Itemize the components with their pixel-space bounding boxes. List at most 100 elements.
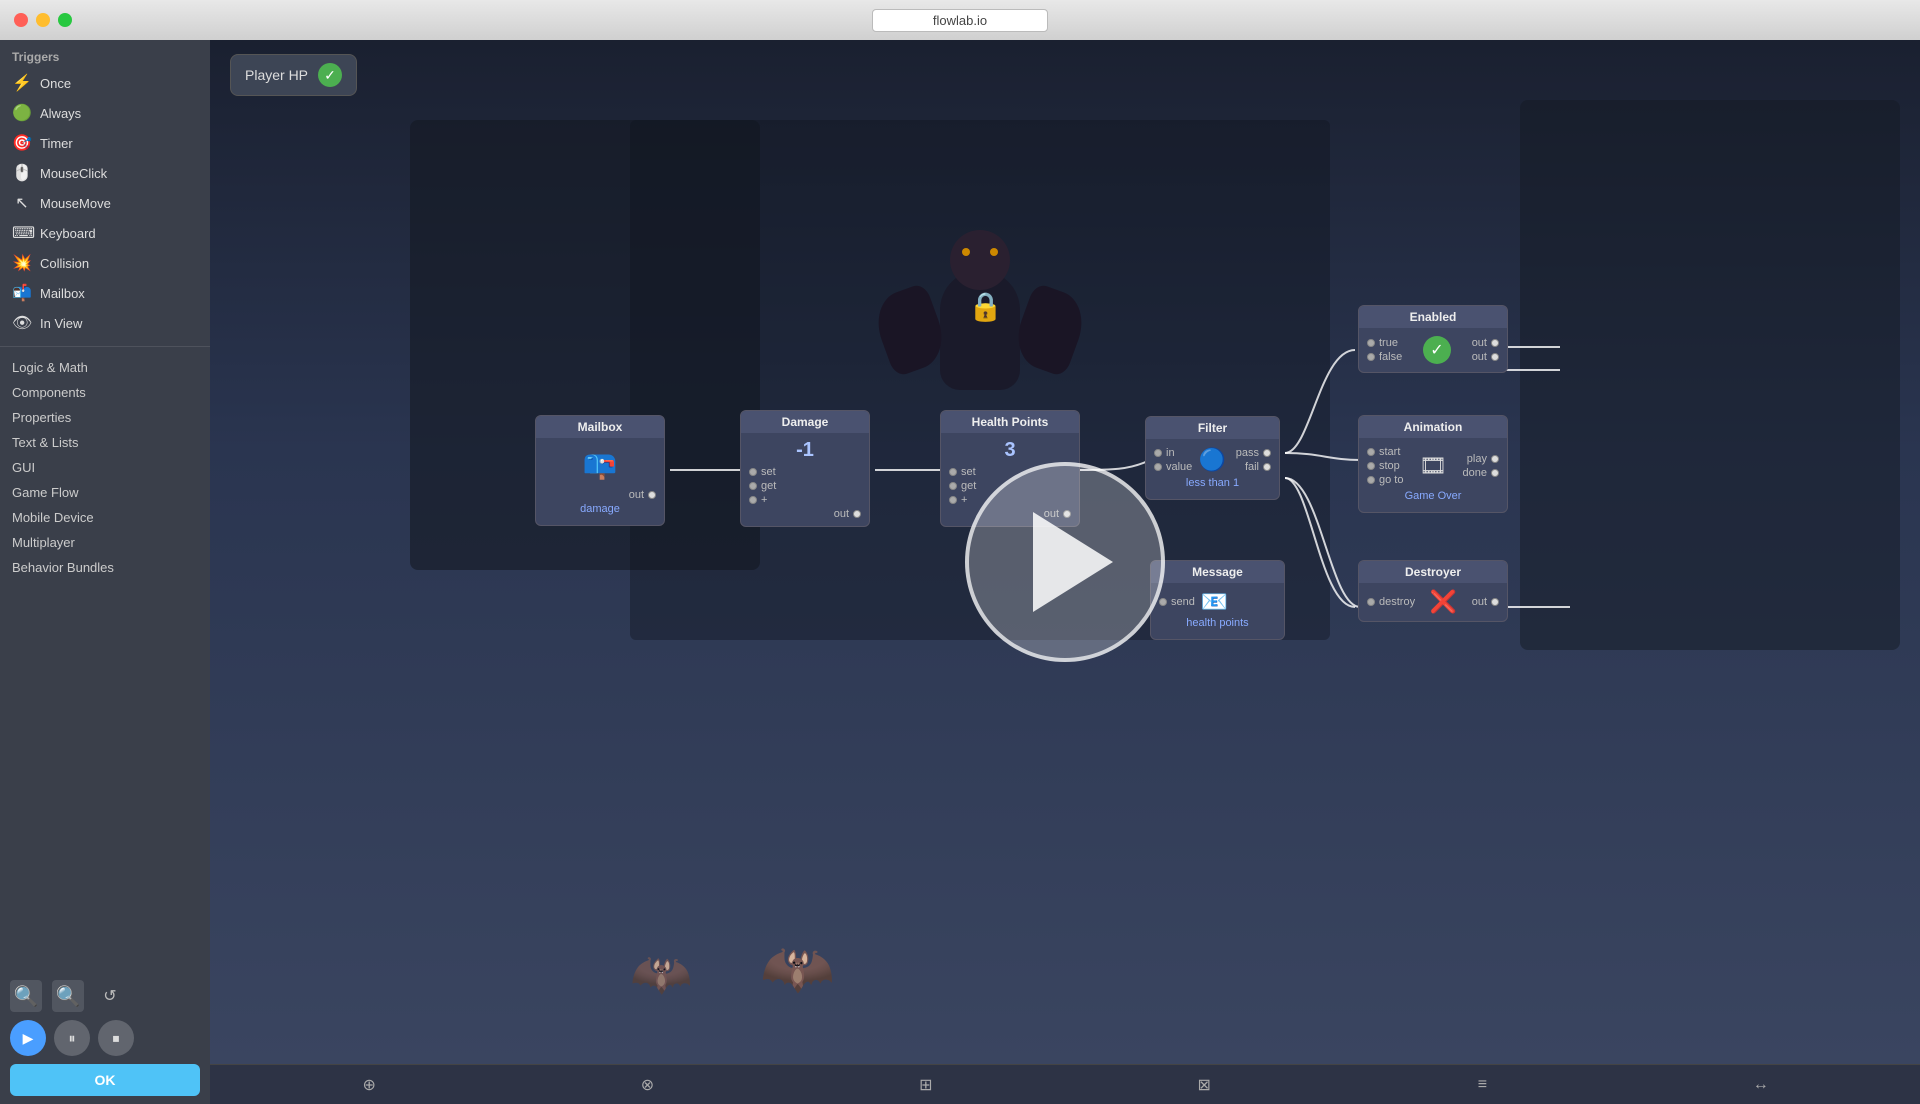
sidebar: Triggers ⚡ Once 🟢 Always 🎯 Timer 🖱️ Mous… <box>0 40 210 1104</box>
zoom-out-button[interactable]: 🔍 <box>52 980 84 1012</box>
message-send-label: send <box>1171 596 1195 608</box>
sidebar-item-multiplayer[interactable]: Multiplayer <box>0 530 210 555</box>
sidebar-item-always[interactable]: 🟢 Always <box>0 98 210 128</box>
sidebar-item-gui[interactable]: GUI <box>0 455 210 480</box>
sidebar-item-text-lists[interactable]: Text & Lists <box>0 430 210 455</box>
sidebar-item-game-flow[interactable]: Game Flow <box>0 480 210 505</box>
animation-node[interactable]: Animation start stop <box>1358 415 1508 513</box>
sidebar-label-mouseclick: MouseClick <box>40 166 107 181</box>
anim-play-label: play <box>1467 453 1487 465</box>
reset-zoom-button[interactable]: ↺ <box>94 980 126 1012</box>
enabled-out2-dot <box>1491 353 1499 361</box>
damage-plus-label: + <box>761 494 767 506</box>
toolbar-btn-6[interactable]: ↔ <box>1746 1070 1776 1100</box>
enabled-out2-port: out <box>1472 351 1499 363</box>
enabled-node[interactable]: Enabled true false ✓ <box>1358 305 1508 373</box>
filter-in-port: in <box>1154 447 1195 459</box>
stop-button[interactable]: ⏹ <box>98 1020 134 1056</box>
sidebar-label-mousemove: MouseMove <box>40 196 111 211</box>
zoom-controls: 🔍 🔍 ↺ <box>10 980 200 1012</box>
keyboard-icon: ⌨ <box>12 223 32 243</box>
mailbox-out-label: out <box>629 489 644 501</box>
filter-icon-row: in value 🔵 pass f <box>1154 445 1271 475</box>
mousemove-icon: ↖ <box>12 193 32 213</box>
toolbar-btn-3[interactable]: ⊞ <box>911 1070 941 1100</box>
sidebar-item-bundles[interactable]: Behavior Bundles <box>0 555 210 580</box>
sidebar-item-mobile[interactable]: Mobile Device <box>0 505 210 530</box>
enabled-out1-dot <box>1491 339 1499 347</box>
sidebar-item-mousemove[interactable]: ↖ MouseMove <box>0 188 210 218</box>
sidebar-item-timer[interactable]: 🎯 Timer <box>0 128 210 158</box>
player-hp-header: Player HP ✓ <box>230 54 357 96</box>
sidebar-label-collision: Collision <box>40 256 89 271</box>
bat-creature-left: 🦇 <box>630 945 692 1004</box>
window-controls[interactable] <box>14 13 72 27</box>
toolbar-btn-2[interactable]: ⊗ <box>632 1070 662 1100</box>
sidebar-item-mailbox[interactable]: 📬 Mailbox <box>0 278 210 308</box>
enabled-check-icon: ✓ <box>1423 336 1451 364</box>
damage-get-port: get <box>749 480 861 492</box>
inview-icon: 👁 <box>12 313 32 333</box>
sidebar-label-timer: Timer <box>40 136 73 151</box>
sidebar-item-properties[interactable]: Properties <box>0 405 210 430</box>
damage-node[interactable]: Damage -1 set get + <box>740 410 870 527</box>
anim-play-dot <box>1491 455 1499 463</box>
message-envelope-icon: 📧 <box>1201 589 1228 615</box>
play-button[interactable]: ▶ <box>10 1020 46 1056</box>
anim-start-port: start <box>1367 446 1403 458</box>
filter-node[interactable]: Filter in value 🔵 <box>1145 416 1280 500</box>
animation-film-icon: 🎞 <box>1419 453 1447 479</box>
sidebar-item-once[interactable]: ⚡ Once <box>0 68 210 98</box>
bg-panel-right <box>1520 100 1900 650</box>
message-send-dot <box>1159 598 1167 606</box>
sidebar-item-mouseclick[interactable]: 🖱️ MouseClick <box>0 158 210 188</box>
sidebar-label-always: Always <box>40 106 81 121</box>
destroyer-node[interactable]: Destroyer destroy ❌ out <box>1358 560 1508 622</box>
play-overlay-button[interactable] <box>965 462 1165 662</box>
health-points-title: Health Points <box>941 411 1079 433</box>
maximize-button[interactable] <box>58 13 72 27</box>
filter-pass-port: pass <box>1230 447 1271 459</box>
minimize-button[interactable] <box>36 13 50 27</box>
lightning-icon: ⚡ <box>12 73 32 93</box>
animation-node-title: Animation <box>1359 416 1507 438</box>
sidebar-item-inview[interactable]: 👁 In View <box>0 308 210 338</box>
filter-pass-label: pass <box>1236 447 1259 459</box>
enabled-node-title: Enabled <box>1359 306 1507 328</box>
destroyer-destroy-port: destroy <box>1367 596 1415 608</box>
toolbar-btn-5[interactable]: ≡ <box>1467 1070 1497 1100</box>
enabled-true-dot <box>1367 339 1375 347</box>
hp-set-dot <box>949 468 957 476</box>
title-bar: flowlab.io <box>0 0 1920 40</box>
message-node-body: send 📧 health points <box>1151 583 1284 639</box>
ok-button[interactable]: OK <box>10 1064 200 1096</box>
timer-icon: 🎯 <box>12 133 32 153</box>
hp-plus-dot <box>949 496 957 504</box>
toolbar-btn-1[interactable]: ⊕ <box>354 1070 384 1100</box>
anim-stop-dot <box>1367 462 1375 470</box>
sidebar-item-logic-math[interactable]: Logic & Math <box>0 355 210 380</box>
sidebar-item-keyboard[interactable]: ⌨ Keyboard <box>0 218 210 248</box>
damage-get-dot <box>749 482 757 490</box>
destroyer-out-label: out <box>1472 596 1487 608</box>
close-button[interactable] <box>14 13 28 27</box>
message-node[interactable]: Message send 📧 health points <box>1150 560 1285 640</box>
enabled-true-port: true <box>1367 337 1402 349</box>
sidebar-item-collision[interactable]: 💥 Collision <box>0 248 210 278</box>
sidebar-item-components[interactable]: Components <box>0 380 210 405</box>
anim-done-label: done <box>1463 467 1487 479</box>
mailbox-node[interactable]: Mailbox 📪 out damage <box>535 415 665 526</box>
anim-goto-dot <box>1367 476 1375 484</box>
destroyer-node-body: destroy ❌ out <box>1359 583 1507 621</box>
player-hp-label: Player HP <box>245 67 308 83</box>
enabled-false-label: false <box>1379 351 1402 363</box>
pause-button[interactable]: ⏸ <box>54 1020 90 1056</box>
toolbar-btn-4[interactable]: ⊠ <box>1189 1070 1219 1100</box>
damage-out-label: out <box>834 508 849 520</box>
zoom-in-button[interactable]: 🔍 <box>10 980 42 1012</box>
sidebar-label-inview: In View <box>40 316 82 331</box>
canvas-area[interactable]: 🔒 🦇 🦇 Player HP ✓ <box>210 40 1920 1104</box>
enabled-false-port: false <box>1367 351 1402 363</box>
sidebar-label-keyboard: Keyboard <box>40 226 96 241</box>
destroyer-node-title: Destroyer <box>1359 561 1507 583</box>
